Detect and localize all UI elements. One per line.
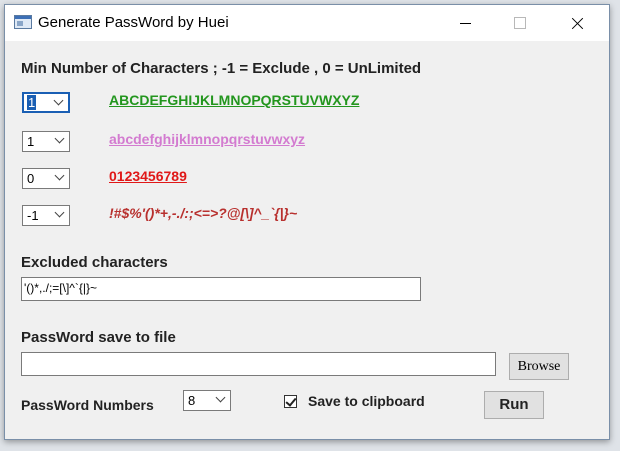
window-title: Generate PassWord by Huei	[38, 14, 229, 31]
password-numbers-label: PassWord Numbers	[21, 397, 154, 413]
title-bar: Generate PassWord by Huei	[5, 5, 609, 41]
chevron-down-icon	[54, 170, 65, 181]
excluded-characters-input[interactable]: '()*,./;=[\]^`{|}~	[21, 277, 421, 301]
close-button[interactable]	[554, 5, 600, 41]
browse-button[interactable]: Browse	[509, 353, 569, 380]
save-file-path-input[interactable]	[21, 352, 496, 376]
symbols-min-value: -1	[27, 208, 39, 223]
digits-min-combo[interactable]: 0	[22, 168, 70, 189]
chevron-down-icon	[215, 392, 226, 403]
digits-charset: 0123456789	[109, 168, 187, 184]
symbols-charset: !#$%'()*+,-./:;<=>?@[\]^_`{|}~	[109, 205, 298, 221]
symbols-min-combo[interactable]: -1	[22, 205, 70, 226]
chevron-down-icon	[53, 95, 64, 106]
chevron-down-icon	[54, 207, 65, 218]
save-to-clipboard-label: Save to clipboard	[308, 393, 425, 409]
app-icon	[14, 15, 32, 29]
save-file-label: PassWord save to file	[21, 329, 176, 346]
maximize-button[interactable]	[497, 5, 543, 41]
lowercase-min-value: 1	[27, 134, 35, 149]
chevron-down-icon	[54, 133, 65, 144]
run-button[interactable]: Run	[484, 391, 544, 419]
lowercase-min-combo[interactable]: 1	[22, 131, 70, 152]
password-numbers-value: 8	[188, 393, 196, 408]
lowercase-charset: abcdefghijklmnopqrstuvwxyz	[109, 131, 306, 147]
save-to-clipboard-checkbox[interactable]	[284, 395, 297, 408]
uppercase-charset: ABCDEFGHIJKLMNOPQRSTUVWXYZ	[109, 92, 360, 108]
excluded-label: Excluded characters	[21, 254, 168, 271]
password-numbers-combo[interactable]: 8	[183, 390, 231, 411]
min-chars-label: Min Number of Characters ; -1 = Exclude …	[21, 60, 422, 77]
uppercase-min-combo[interactable]: 1	[22, 92, 70, 113]
uppercase-min-value: 1	[27, 95, 37, 110]
app-window: Generate PassWord by Huei Min Number of …	[4, 4, 610, 440]
digits-min-value: 0	[27, 171, 35, 186]
minimize-button[interactable]	[443, 5, 489, 41]
